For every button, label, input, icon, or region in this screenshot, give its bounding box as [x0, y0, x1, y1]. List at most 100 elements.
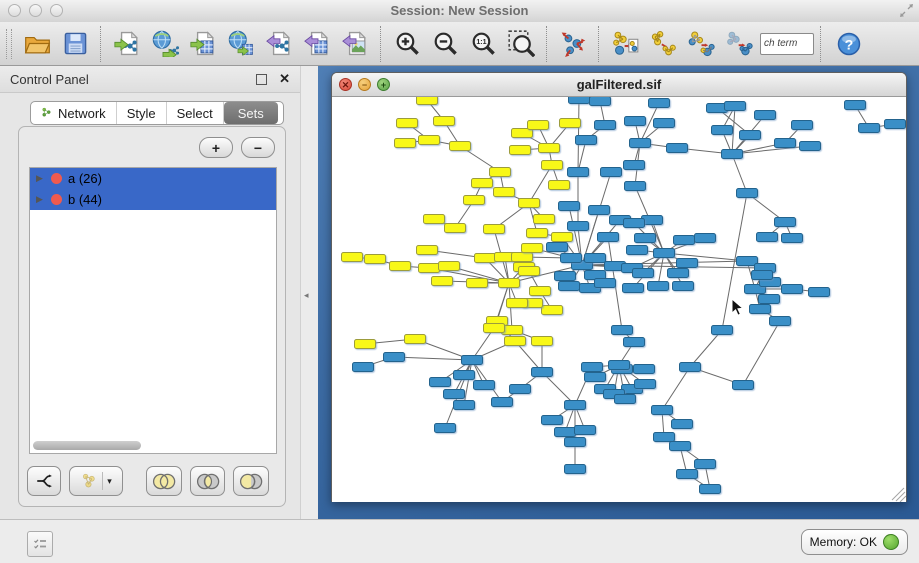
graph-node-blue[interactable]	[435, 424, 456, 433]
graph-node-yellow[interactable]	[432, 277, 453, 286]
toolbar-button-apply-layout[interactable]	[554, 25, 592, 63]
disclosure-triangle-icon[interactable]: ▶	[36, 194, 51, 205]
graph-edge[interactable]	[690, 330, 722, 367]
toolbar-button-open-session[interactable]	[18, 25, 56, 63]
graph-node-yellow[interactable]	[539, 144, 560, 153]
graph-node-yellow[interactable]	[475, 254, 496, 263]
graph-node-yellow[interactable]	[365, 255, 386, 264]
tab-select[interactable]: Select	[167, 102, 224, 124]
graph-node-blue[interactable]	[755, 111, 776, 120]
graph-node-blue[interactable]	[712, 126, 733, 135]
disclosure-triangle-icon[interactable]: ▶	[36, 173, 51, 184]
union-button[interactable]	[146, 466, 182, 496]
intersection-button[interactable]	[190, 466, 226, 496]
graph-node-blue[interactable]	[612, 326, 633, 335]
network-canvas[interactable]	[332, 97, 906, 502]
graph-node-blue[interactable]	[782, 285, 803, 294]
network-view-window[interactable]: ✕ − + galFiltered.sif	[331, 72, 907, 502]
graph-node-blue[interactable]	[559, 282, 580, 291]
graph-node-blue[interactable]	[800, 142, 821, 151]
graph-node-blue[interactable]	[575, 426, 596, 435]
graph-node-yellow[interactable]	[355, 340, 376, 349]
graph-node-blue[interactable]	[547, 243, 568, 252]
sets-list[interactable]: ▶a (26)▶b (44)	[29, 167, 277, 454]
toolbar-button-import-network-file[interactable]	[108, 25, 146, 63]
graph-node-blue[interactable]	[652, 406, 673, 415]
fullscreen-icon[interactable]	[899, 3, 914, 23]
graph-node-blue[interactable]	[353, 363, 374, 372]
split-sets-button[interactable]	[27, 466, 61, 496]
toolbar-button-import-table-file[interactable]	[184, 25, 222, 63]
graph-node-blue[interactable]	[565, 401, 586, 410]
graph-node-blue[interactable]	[559, 202, 580, 211]
graph-node-blue[interactable]	[589, 206, 610, 215]
float-panel-icon[interactable]	[256, 74, 267, 85]
graph-node-yellow[interactable]	[439, 262, 460, 271]
toolbar-button-network-merge-difference[interactable]	[720, 25, 758, 63]
graph-node-blue[interactable]	[654, 119, 675, 128]
graph-node-blue[interactable]	[752, 271, 773, 280]
graph-node-yellow[interactable]	[419, 136, 440, 145]
graph-node-yellow[interactable]	[552, 233, 573, 242]
graph-node-blue[interactable]	[770, 317, 791, 326]
graph-node-blue[interactable]	[695, 460, 716, 469]
add-set-button[interactable]: +	[199, 137, 233, 158]
graph-node-blue[interactable]	[782, 234, 803, 243]
graph-node-blue[interactable]	[668, 269, 689, 278]
graph-node-yellow[interactable]	[484, 324, 505, 333]
graph-node-blue[interactable]	[775, 139, 796, 148]
graph-node-yellow[interactable]	[527, 229, 548, 238]
graph-node-blue[interactable]	[615, 395, 636, 404]
graph-node-blue[interactable]	[722, 150, 743, 159]
graph-node-blue[interactable]	[568, 168, 589, 177]
toolbar-grip[interactable]	[6, 29, 12, 59]
graph-node-yellow[interactable]	[467, 279, 488, 288]
toolbar-button-export-network[interactable]	[260, 25, 298, 63]
graph-node-blue[interactable]	[430, 378, 451, 387]
network-window-titlebar[interactable]: ✕ − + galFiltered.sif	[332, 73, 906, 97]
graph-node-yellow[interactable]	[390, 262, 411, 271]
set-list-item[interactable]: ▶a (26)	[30, 168, 276, 189]
graph-node-blue[interactable]	[561, 254, 582, 263]
graph-node-yellow[interactable]	[519, 267, 540, 276]
graph-node-blue[interactable]	[576, 136, 597, 145]
graph-node-blue[interactable]	[623, 284, 644, 293]
graph-node-blue[interactable]	[712, 326, 733, 335]
graph-node-yellow[interactable]	[510, 146, 531, 155]
graph-edge[interactable]	[743, 321, 780, 385]
remove-set-button[interactable]: −	[241, 137, 275, 158]
toolbar-button-network-merge-intersection[interactable]	[682, 25, 720, 63]
graph-node-yellow[interactable]	[494, 188, 515, 197]
graph-node-yellow[interactable]	[405, 335, 426, 344]
graph-node-blue[interactable]	[635, 234, 656, 243]
graph-node-blue[interactable]	[384, 353, 405, 362]
help-button[interactable]: ?	[836, 31, 862, 57]
graph-node-blue[interactable]	[845, 101, 866, 110]
graph-node-yellow[interactable]	[528, 121, 549, 130]
graph-node-yellow[interactable]	[542, 306, 563, 315]
graph-edge[interactable]	[732, 146, 810, 154]
set-list-item[interactable]: ▶b (44)	[30, 189, 276, 210]
graph-node-blue[interactable]	[677, 259, 698, 268]
graph-node-blue[interactable]	[601, 168, 622, 177]
toolbar-button-import-table-web[interactable]	[222, 25, 260, 63]
graph-node-blue[interactable]	[555, 272, 576, 281]
graph-node-blue[interactable]	[737, 189, 758, 198]
graph-node-yellow[interactable]	[522, 244, 543, 253]
graph-node-yellow[interactable]	[549, 181, 570, 190]
graph-node-blue[interactable]	[667, 144, 688, 153]
graph-node-blue[interactable]	[680, 363, 701, 372]
toolbar-button-save-session[interactable]	[56, 25, 94, 63]
minimize-view-icon[interactable]: −	[358, 78, 371, 91]
create-set-menu-button[interactable]: ▾	[69, 466, 123, 496]
graph-node-blue[interactable]	[809, 288, 830, 297]
search-input[interactable]	[760, 33, 814, 55]
panel-splitter[interactable]: ◂	[300, 66, 318, 519]
graph-node-blue[interactable]	[474, 381, 495, 390]
graph-node-blue[interactable]	[585, 373, 606, 382]
graph-node-yellow[interactable]	[499, 279, 520, 288]
graph-node-blue[interactable]	[633, 269, 654, 278]
toolbar-button-zoom-fit[interactable]	[502, 25, 540, 63]
graph-node-yellow[interactable]	[417, 97, 438, 105]
graph-node-blue[interactable]	[700, 485, 721, 494]
